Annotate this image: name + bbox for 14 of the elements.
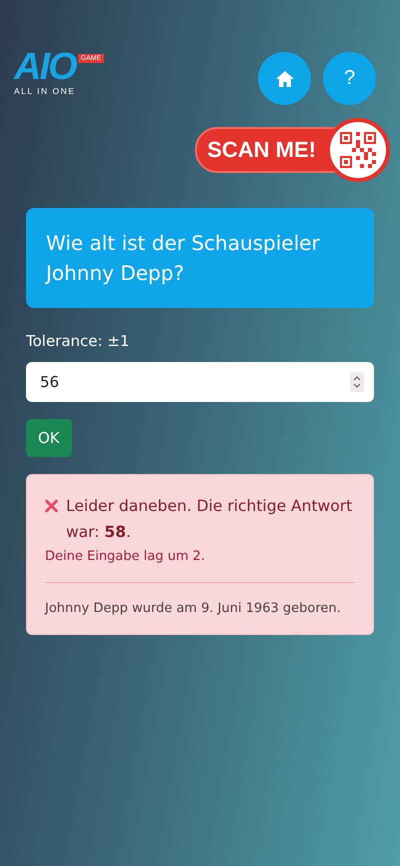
spinner-icon[interactable]	[350, 372, 364, 392]
fact-text: Johnny Depp wurde am 9. Juni 1963 geboren.	[45, 601, 342, 616]
qr-code-icon	[340, 132, 376, 168]
logo-subtitle: ALL IN ONE	[14, 86, 76, 96]
home-icon	[274, 70, 294, 88]
help-button[interactable]: ?	[323, 52, 376, 105]
result-message: Leider daneben. Die richtige Antwort war: 58.	[66, 496, 354, 543]
difference-text: Deine Eingabe lag um 2.	[45, 549, 206, 564]
ok-button[interactable]: OK	[26, 419, 72, 457]
tolerance-label: Tolerance: ±1	[26, 332, 130, 350]
answer-input[interactable]: 56	[26, 362, 374, 402]
cross-icon	[45, 498, 58, 514]
logo-mark: AIO	[14, 50, 76, 84]
question-card: Wie alt ist der Schauspieler Johnny Depp?	[26, 208, 374, 308]
